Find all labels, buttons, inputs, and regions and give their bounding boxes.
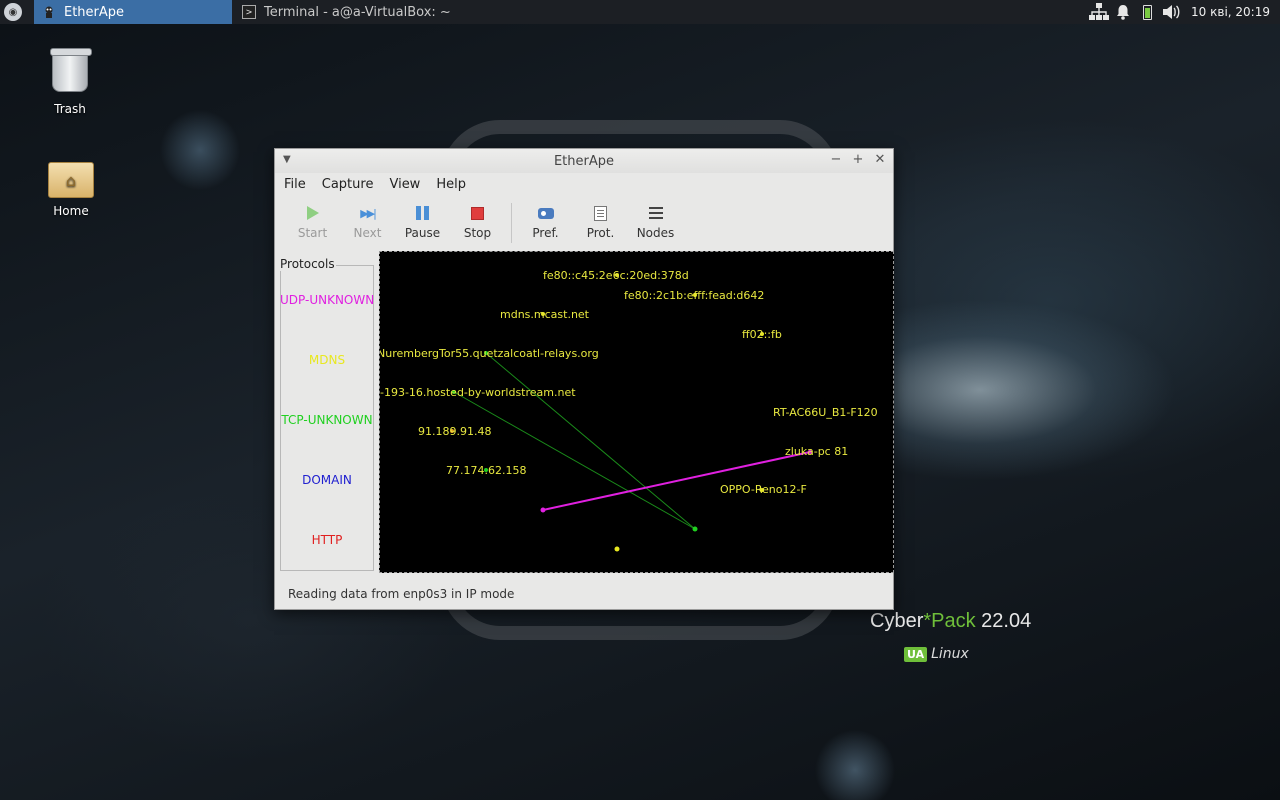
window-titlebar[interactable]: ▼ EtherApe − + ✕ bbox=[275, 149, 893, 173]
menu-capture[interactable]: Capture bbox=[322, 177, 374, 192]
toolbar: Start ▶▶| Next Pause Stop Pref. Prot. No… bbox=[275, 199, 893, 249]
desktop-icon-home[interactable]: ⌂ Home bbox=[26, 162, 116, 218]
link-tcp bbox=[485, 352, 696, 530]
node-label[interactable]: 91.189.91.48 bbox=[418, 425, 491, 438]
etherape-window: ▼ EtherApe − + ✕ File Capture View Help … bbox=[274, 148, 894, 610]
protocol-udp-unknown[interactable]: UDP-UNKNOWN bbox=[280, 293, 374, 307]
menu-help[interactable]: Help bbox=[436, 177, 466, 192]
battery-icon[interactable] bbox=[1135, 0, 1159, 24]
status-bar: Reading data from enp0s3 in IP mode bbox=[288, 587, 515, 601]
notification-bell-icon[interactable] bbox=[1111, 0, 1135, 24]
menubar: File Capture View Help bbox=[275, 173, 893, 195]
minimize-icon[interactable]: − bbox=[829, 152, 843, 167]
link-tcp bbox=[453, 391, 696, 530]
start-button[interactable]: Start bbox=[285, 199, 340, 240]
window-menu-icon[interactable]: ▼ bbox=[283, 154, 291, 165]
node-label[interactable]: zluka-pc 81 bbox=[785, 445, 848, 458]
protocol-http[interactable]: HTTP bbox=[280, 533, 374, 547]
terminal-app-icon: > bbox=[242, 5, 256, 19]
window-title: EtherApe bbox=[553, 153, 615, 169]
clock[interactable]: 10 кві, 20:19 bbox=[1183, 5, 1280, 19]
brand-logo: Cyber*Pack 22.04 bbox=[870, 610, 1032, 632]
protocol-mdns[interactable]: MDNS bbox=[280, 353, 374, 367]
next-icon: ▶▶| bbox=[360, 206, 377, 220]
applications-menu-icon[interactable]: ◉ bbox=[4, 3, 22, 21]
nodes-button[interactable]: Nodes bbox=[628, 199, 683, 240]
preferences-button[interactable]: Pref. bbox=[518, 199, 573, 240]
protocols-list-icon bbox=[592, 204, 610, 222]
protocol-tcp-unknown[interactable]: TCP-UNKNOWN bbox=[280, 413, 374, 427]
taskbar-item-label: EtherApe bbox=[64, 4, 125, 20]
desktop-icon-trash[interactable]: Trash bbox=[25, 48, 115, 116]
menu-file[interactable]: File bbox=[284, 177, 306, 192]
desktop-icon-label: Trash bbox=[54, 102, 86, 116]
system-tray: 10 кві, 20:19 bbox=[1087, 0, 1280, 24]
play-icon bbox=[304, 204, 322, 222]
node-label[interactable]: RT-AC66U_B1-F120 bbox=[773, 406, 878, 419]
node-label[interactable]: mdns.mcast.net bbox=[500, 308, 589, 321]
home-folder-icon: ⌂ bbox=[48, 162, 94, 198]
node-label[interactable]: -193-16.hosted-by-worldstream.net bbox=[380, 386, 576, 399]
desktop-icon-label: Home bbox=[53, 204, 89, 218]
node-label[interactable]: NurembergTor55.quetzalcoatl-relays.org bbox=[380, 347, 599, 360]
next-button[interactable]: ▶▶| Next bbox=[340, 199, 395, 241]
node-dot bbox=[692, 526, 698, 532]
nodes-list-icon bbox=[647, 204, 665, 222]
protocols-legend-title: Protocols bbox=[279, 257, 336, 271]
node-label[interactable]: fe80::2c1b:efff:fead:d642 bbox=[624, 289, 764, 302]
node-label[interactable]: 77.174.62.158 bbox=[446, 464, 526, 477]
brand-sublogo: UA Linux bbox=[904, 646, 969, 662]
node-dot bbox=[540, 507, 546, 513]
link-udp bbox=[542, 451, 811, 511]
volume-icon[interactable] bbox=[1159, 0, 1183, 24]
pause-button[interactable]: Pause bbox=[395, 199, 450, 240]
network-icon[interactable] bbox=[1087, 0, 1111, 24]
close-icon[interactable]: ✕ bbox=[873, 152, 887, 167]
trash-icon bbox=[50, 48, 92, 92]
protocols-button[interactable]: Prot. bbox=[573, 199, 628, 240]
taskbar-item-terminal[interactable]: > Terminal - a@a-VirtualBox: ~ bbox=[234, 0, 464, 24]
toolbar-separator bbox=[511, 203, 512, 243]
pause-icon bbox=[414, 204, 432, 222]
menu-view[interactable]: View bbox=[389, 177, 420, 192]
node-dot bbox=[614, 546, 620, 552]
network-diagram[interactable]: fe80::c45:2e6c:20ed:378d fe80::2c1b:efff… bbox=[379, 251, 894, 573]
stop-icon bbox=[469, 204, 487, 222]
taskbar-item-etherape[interactable]: EtherApe bbox=[34, 0, 232, 24]
top-panel: ◉ EtherApe > Terminal - a@a-VirtualBox: … bbox=[0, 0, 1280, 24]
etherape-app-icon bbox=[42, 5, 56, 19]
node-label[interactable]: OPPO-Reno12-F bbox=[720, 483, 807, 496]
taskbar-item-label: Terminal - a@a-VirtualBox: ~ bbox=[264, 4, 451, 20]
preferences-icon bbox=[537, 204, 555, 222]
protocol-domain[interactable]: DOMAIN bbox=[280, 473, 374, 487]
node-label[interactable]: fe80::c45:2e6c:20ed:378d bbox=[543, 269, 689, 282]
stop-button[interactable]: Stop bbox=[450, 199, 505, 240]
node-label[interactable]: ff02::fb bbox=[742, 328, 782, 341]
maximize-icon[interactable]: + bbox=[851, 152, 865, 167]
